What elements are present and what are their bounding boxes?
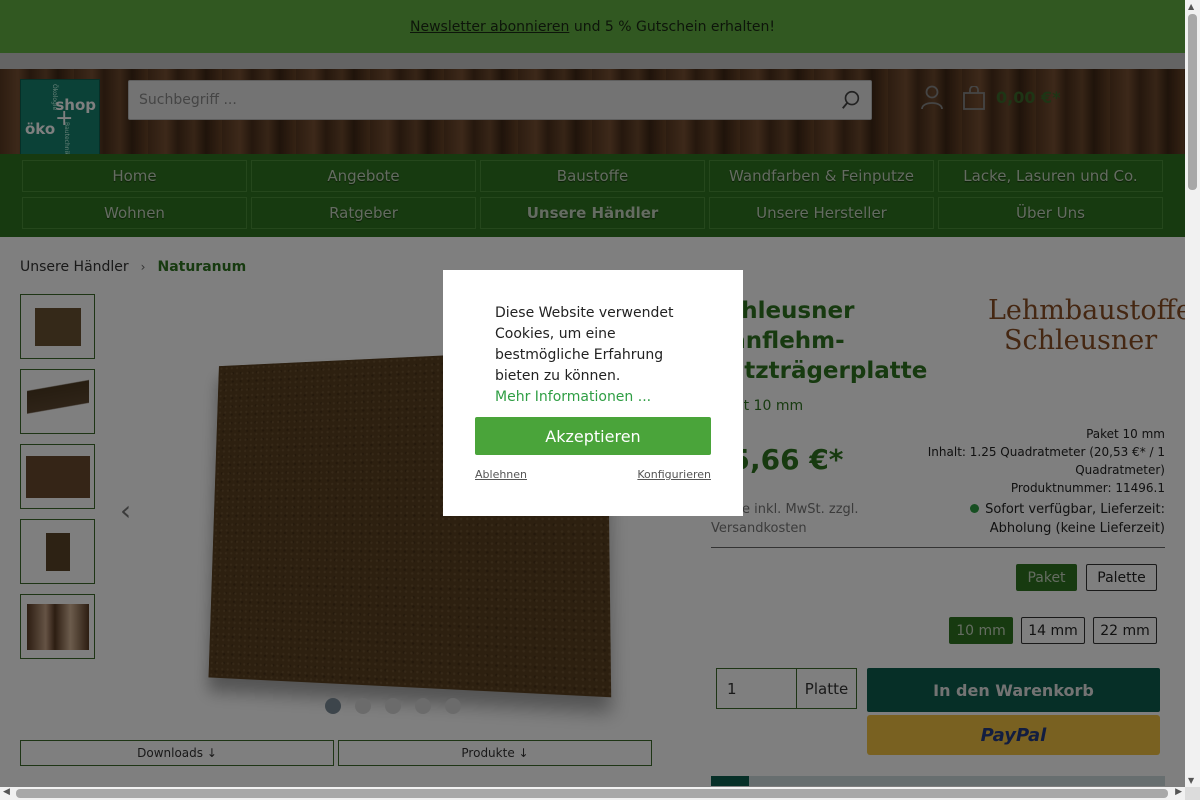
cookie-configure-link[interactable]: Konfigurieren (637, 468, 711, 481)
scroll-up-icon[interactable]: ▲ (1188, 2, 1194, 11)
vertical-scrollbar[interactable]: ▲ ▼ (1185, 0, 1200, 787)
scroll-down-icon[interactable]: ▼ (1188, 776, 1194, 785)
cookie-more-info-link[interactable]: Mehr Informationen ... (495, 387, 695, 408)
scroll-left-icon[interactable]: ◀ (3, 787, 10, 797)
vertical-scroll-thumb[interactable] (1188, 14, 1197, 190)
cookie-decline-link[interactable]: Ablehnen (475, 468, 527, 481)
horizontal-scroll-thumb[interactable] (16, 789, 1168, 798)
scrollbar-corner (1185, 787, 1200, 800)
horizontal-scrollbar[interactable]: ◀ ▶ (0, 787, 1185, 800)
scroll-right-icon[interactable]: ▶ (1175, 787, 1182, 797)
cookie-consent-modal: Diese Website verwendet Cookies, um eine… (443, 270, 743, 516)
cookie-message: Diese Website verwendet Cookies, um eine… (495, 305, 674, 384)
cookie-accept-button[interactable]: Akzeptieren (475, 417, 711, 455)
cookie-text-block: Diese Website verwendet Cookies, um eine… (495, 303, 695, 408)
